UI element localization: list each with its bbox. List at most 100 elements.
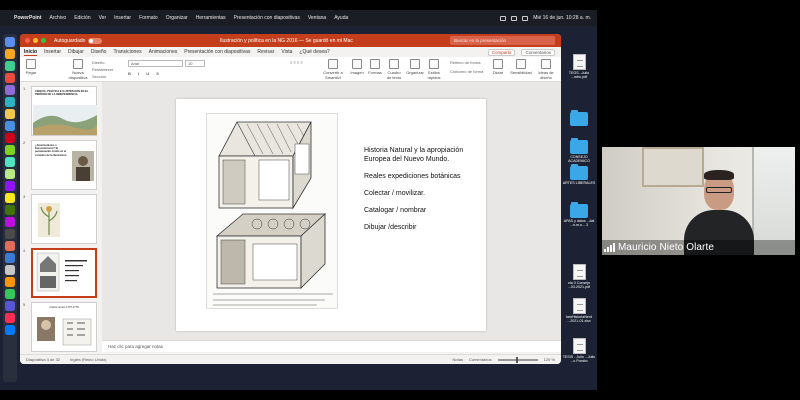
textbox-button[interactable]: Cuadro de texto [386,59,402,80]
zoom-level[interactable]: 129 % [544,357,555,362]
tab-vista[interactable]: Vista [281,49,292,55]
desktop-folder-1[interactable] [561,110,597,127]
menu-ayuda[interactable]: Ayuda [330,15,352,21]
paste-button[interactable]: Pegar [24,59,38,75]
font-size-select[interactable]: 10 [185,60,205,67]
font-name-select[interactable]: Arial [128,60,183,67]
dock-app-icon[interactable] [5,301,15,311]
dock-app-icon[interactable] [5,85,15,95]
shape-outline-button[interactable]: Contorno de forma [450,69,483,74]
tab-que-desea[interactable]: ¿Qué desea? [299,49,329,55]
dock-app-icon[interactable] [5,157,15,167]
tab-animaciones[interactable]: Animaciones [149,49,178,55]
dock-app-icon[interactable] [5,97,15,107]
design-ideas-button[interactable]: Ideas de diseño [536,59,556,80]
dock-app-icon[interactable] [5,49,15,59]
share-button[interactable]: Compartir [487,48,516,56]
dock-app-icon[interactable] [5,145,15,155]
tab-dibujar[interactable]: Dibujar [68,49,84,55]
slide-editor[interactable]: Historia Natural y la apropiación Europe… [102,82,561,340]
tab-diseno[interactable]: Diseño [91,49,107,55]
dock-app-icon[interactable] [5,61,15,71]
dock-app-icon[interactable] [5,169,15,179]
convert-smartart-button[interactable]: Convertir a SmartArt [322,59,344,80]
menu-archivo[interactable]: Archivo [46,15,71,21]
arrange-button[interactable]: Organizar [406,59,424,75]
dock-app-icon[interactable] [5,193,15,203]
notes-toggle[interactable]: Notas [453,357,463,362]
font-style-buttons[interactable]: B I U S [128,71,162,76]
sensitivity-button[interactable]: Sensibilidad [510,59,532,75]
menu-edicion[interactable]: Edición [70,15,94,21]
dock-app-icon[interactable] [5,241,15,251]
thumbnail-number: 2 [23,140,26,145]
dock-app-icon[interactable] [5,277,15,287]
desktop-folder-4[interactable]: APAS y datos ...ital ...n.m.u... 3 [561,202,597,227]
close-window-button[interactable] [25,38,30,43]
dictate-button[interactable]: Dictar [490,59,506,75]
dock-app-icon[interactable] [5,253,15,263]
dock-app-icon[interactable] [5,121,15,131]
menu-herramientas[interactable]: Herramientas [192,15,230,21]
comments-button[interactable]: Comentarios [521,48,555,56]
dock-app-icon[interactable] [5,73,15,83]
section-button[interactable]: Sección [92,74,106,79]
menu-ver[interactable]: Ver [95,15,111,21]
insert-image-button[interactable]: Imagen [350,59,364,75]
menu-presentacion[interactable]: Presentación con diapositivas [230,15,304,21]
dock-app-icon[interactable] [5,181,15,191]
dock-app-icon[interactable] [5,109,15,119]
menu-ventana[interactable]: Ventana [304,15,330,21]
dock-app-icon[interactable] [5,313,15,323]
menu-formato[interactable]: Formato [135,15,162,21]
zoom-slider[interactable] [497,356,538,363]
autosave-toggle[interactable] [88,37,103,44]
shape-fill-button[interactable]: Relleno de forma [450,60,480,65]
search-input[interactable]: Buscar en la presentación [450,36,555,45]
wifi-icon[interactable] [500,15,507,21]
participant-video[interactable]: Mauricio Nieto Olarte [602,147,795,255]
dock-app-icon[interactable] [5,289,15,299]
desktop-file-4[interactable]: TESIS - Julio ...Julio ...o Pombo [561,338,597,363]
dock-app-icon[interactable] [5,265,15,275]
tab-insertar[interactable]: Insertar [44,49,61,55]
desktop-file-3[interactable]: tamHistoriaNerd ...2021-01.xlsx [561,298,597,323]
reset-button[interactable]: Restablecer [92,67,113,72]
dock-app-icon[interactable] [5,229,15,239]
dock-app-icon[interactable] [5,325,15,335]
menu-organizar[interactable]: Organizar [162,15,192,21]
microphone-icon [493,59,503,69]
shapes-button[interactable]: Formas [368,59,382,75]
paragraph-buttons[interactable]: ≡ ≡ ≡ ≡ [290,60,303,65]
current-slide[interactable]: Historia Natural y la apropiación Europe… [176,99,486,331]
dock-app-icon[interactable] [5,133,15,143]
tab-inicio[interactable]: Inicio [24,49,38,56]
dictate-label: Dictar [492,70,504,75]
zoom-window-button[interactable] [41,38,46,43]
desktop-folder-3[interactable]: ARTES LIBERALES [561,164,597,185]
dock-app-icon[interactable] [5,205,15,215]
desktop-folder-2[interactable]: CONSEJO ACADEMICO [561,138,597,163]
tab-presentacion[interactable]: Presentación con diapositivas [184,49,250,55]
control-center-icon[interactable] [522,15,529,21]
menu-app-name[interactable]: PowerPoint [10,15,46,21]
dock-app-icon[interactable] [5,37,15,47]
desktop-file-1[interactable]: TEGS...Julio ...mbo.pdf [561,54,597,79]
tab-revisar[interactable]: Revisar [257,49,274,55]
menu-insertar[interactable]: Insertar [110,15,135,21]
minimize-window-button[interactable] [33,38,38,43]
notes-field[interactable]: Haz clic para agregar notas [102,340,561,352]
quick-styles-icon [429,59,439,69]
language-indicator[interactable]: Inglés (Reino Unido) [70,357,106,362]
tab-transiciones[interactable]: Transiciones [113,49,141,55]
battery-icon[interactable] [511,15,518,21]
slide-text-box[interactable]: Historia Natural y la apropiación Europe… [364,147,482,241]
dock-app-icon[interactable] [5,217,15,227]
new-slide-button[interactable]: Nueva diapositiva [68,59,88,80]
quick-styles-button[interactable]: Estilos rápidos [426,59,442,80]
menubar-clock[interactable]: Mié 16 de jun. 10:28 a. m. [533,15,591,21]
comments-toggle[interactable]: Comentarios [469,357,492,362]
desktop-file-2[interactable]: cta 0 Consejo ...03.2021.pdf [561,264,597,289]
layout-button[interactable]: Diseño [92,60,104,65]
engraving-image[interactable] [206,113,338,309]
